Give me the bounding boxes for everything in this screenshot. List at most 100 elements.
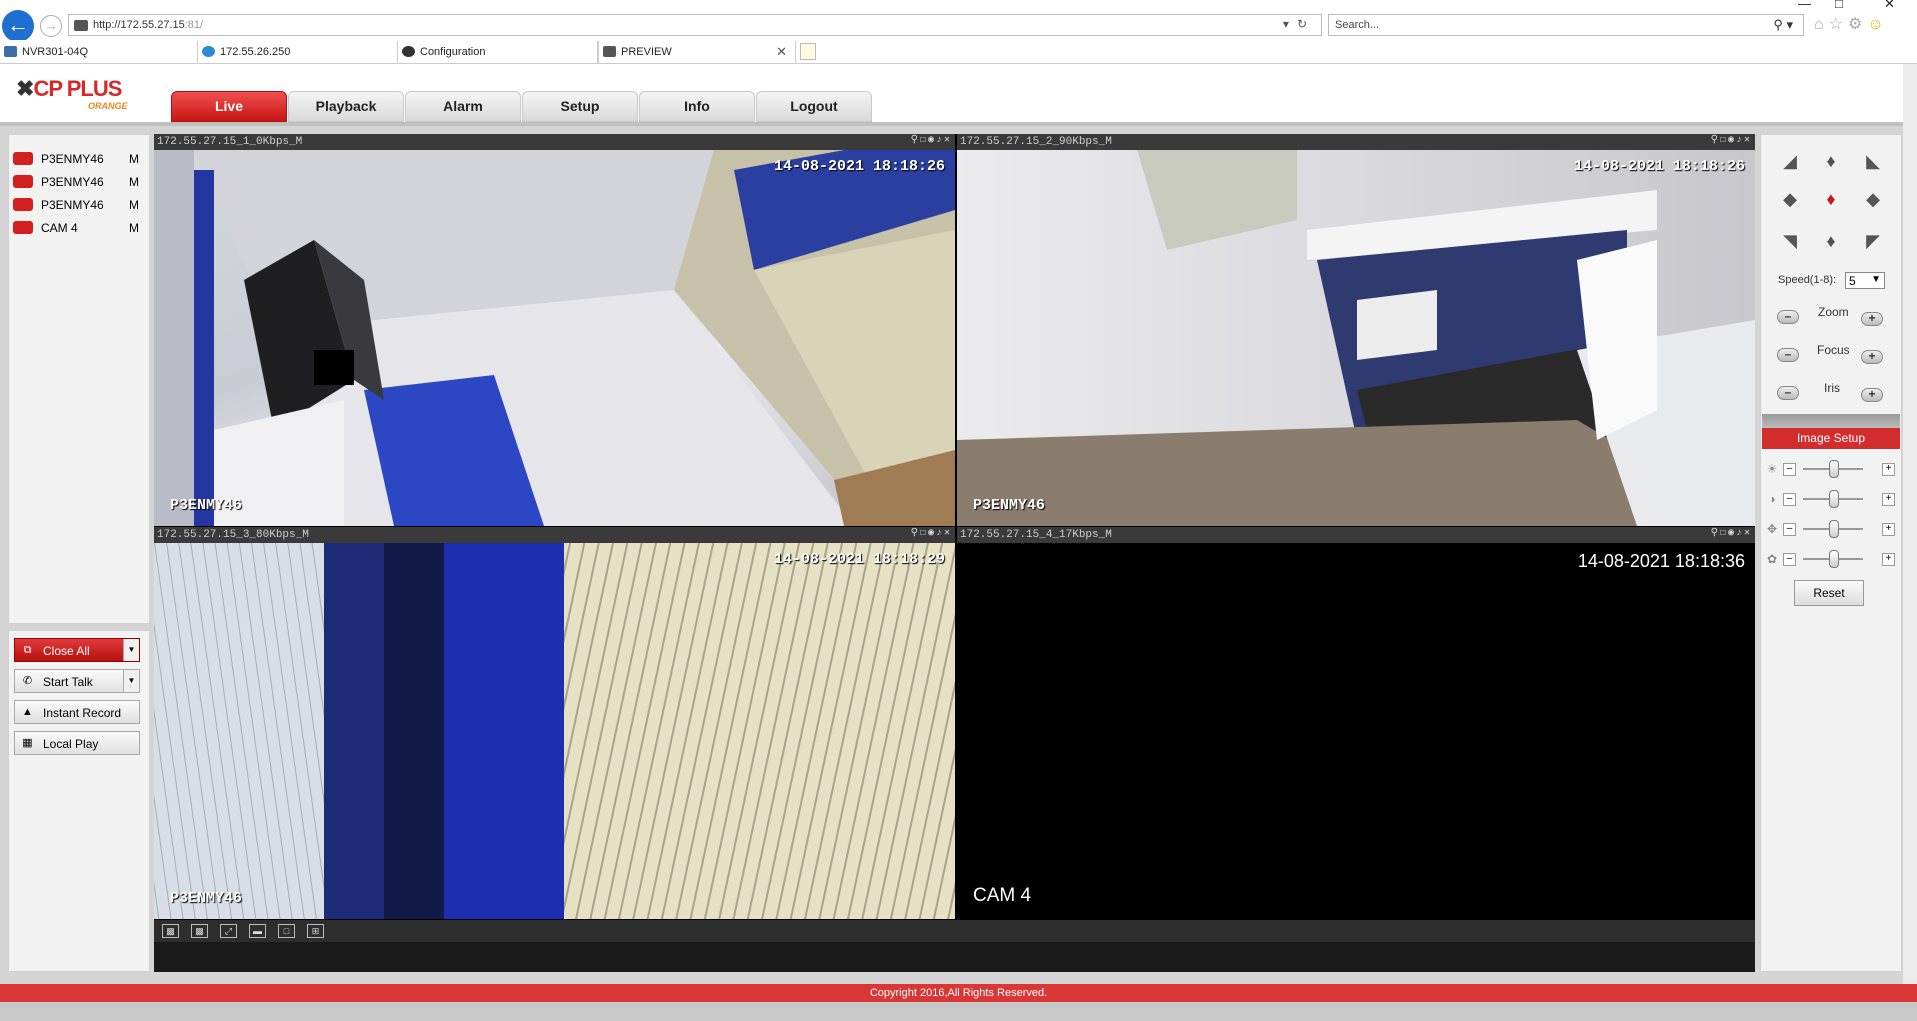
decrease-button[interactable]: –: [1783, 523, 1796, 536]
gear-icon[interactable]: ⚙: [1848, 16, 1867, 33]
stream-mode[interactable]: M: [129, 198, 139, 212]
page-scrollbar[interactable]: [1903, 64, 1917, 984]
close-all-icon: ⧉: [23, 644, 32, 656]
speed-select[interactable]: 5 ▼: [1845, 272, 1885, 289]
image-setup-header[interactable]: Image Setup: [1762, 428, 1900, 449]
slider-thumb[interactable]: [1829, 460, 1839, 478]
ptz-up-right-icon[interactable]: ◣: [1862, 150, 1884, 172]
start-talk-button[interactable]: ✆ Start Talk ▼: [14, 669, 140, 693]
pane-controls[interactable]: ⚲☐◉♪✕: [1711, 134, 1752, 150]
brightness-slider[interactable]: ☀ – +: [1765, 460, 1899, 478]
quad-view-icon[interactable]: ⊞: [307, 924, 324, 938]
contrast-slider[interactable]: ◑ – +: [1765, 490, 1899, 508]
browser-tab[interactable]: 172.55.26.250: [198, 41, 398, 63]
camera-feed: 14-08-2021 18:18:36 CAM 4: [957, 543, 1755, 919]
chevron-down-icon[interactable]: ▼: [123, 639, 139, 661]
forward-button[interactable]: →: [40, 15, 62, 37]
search-icon[interactable]: ⚲ ▾: [1773, 17, 1793, 33]
stream-mode[interactable]: M: [129, 175, 139, 189]
close-tab-icon[interactable]: ✕: [776, 44, 787, 60]
film-icon: ▦: [22, 737, 33, 749]
layout-1-icon[interactable]: ▩: [162, 924, 179, 938]
tab-icon: [603, 46, 616, 57]
browser-tab[interactable]: NVR301-04Q: [0, 41, 198, 63]
layout-3-icon[interactable]: ▬: [249, 924, 266, 938]
browser-tab-active[interactable]: PREVIEW ✕: [598, 41, 796, 63]
decrease-button[interactable]: –: [1783, 493, 1796, 506]
nav-logout[interactable]: Logout: [756, 91, 872, 122]
video-pane-2[interactable]: 172.55.27.15_2_90Kbps_M ⚲☐◉♪✕ 14-08-2021…: [957, 134, 1755, 526]
stream-mode[interactable]: M: [129, 221, 139, 235]
single-view-icon[interactable]: □: [278, 924, 295, 938]
home-icon[interactable]: ⌂: [1814, 16, 1829, 33]
back-button[interactable]: ←: [2, 10, 34, 42]
smiley-icon[interactable]: ☺: [1867, 16, 1888, 33]
fullscreen-icon[interactable]: ⤢: [220, 924, 237, 938]
action-panel: ⧉ Close All ▼ ✆ Start Talk ▼ ▲ Instant R…: [8, 630, 150, 972]
camera-list-item[interactable]: P3ENMY46 M: [13, 172, 145, 192]
video-pane-4[interactable]: 172.55.27.15_4_17Kbps_M ⚲☐◉♪✕ 14-08-2021…: [957, 527, 1755, 919]
ptz-left-icon[interactable]: ◆: [1779, 188, 1801, 210]
ptz-down-icon[interactable]: ♦: [1820, 230, 1842, 252]
saturation-slider[interactable]: ✥ – +: [1765, 520, 1899, 538]
focus-near-button[interactable]: –: [1777, 348, 1799, 362]
ptz-up-left-icon[interactable]: ◢: [1779, 150, 1801, 172]
increase-button[interactable]: +: [1882, 493, 1895, 506]
stream-mode[interactable]: M: [129, 152, 139, 166]
minimize-icon[interactable]: —: [1798, 0, 1811, 11]
copyright-footer: Copyright 2016,All Rights Reserved.: [0, 984, 1917, 1002]
zoom-out-button[interactable]: –: [1777, 310, 1799, 324]
nav-setup[interactable]: Setup: [522, 91, 638, 122]
close-all-button[interactable]: ⧉ Close All ▼: [14, 638, 140, 662]
ptz-down-right-icon[interactable]: ◤: [1862, 230, 1884, 252]
camera-list-item[interactable]: P3ENMY46 M: [13, 195, 145, 215]
decrease-button[interactable]: –: [1783, 553, 1796, 566]
close-all-label: Close All: [43, 644, 90, 658]
focus-far-button[interactable]: +: [1861, 350, 1883, 364]
iris-open-button[interactable]: +: [1861, 388, 1883, 402]
nav-alarm[interactable]: Alarm: [405, 91, 521, 122]
timestamp: 14-08-2021 18:18:26: [1573, 158, 1745, 175]
slider-thumb[interactable]: [1829, 520, 1839, 538]
camera-icon: [13, 175, 33, 188]
camera-osd-name: P3ENMY46: [170, 497, 243, 514]
search-placeholder: Search...: [1335, 19, 1380, 31]
nav-live[interactable]: Live: [171, 91, 287, 122]
refresh-icon[interactable]: ▾↻: [1283, 17, 1315, 31]
video-pane-1[interactable]: 172.55.27.15_1_0Kbps_M ⚲☐◉♪✕ 14-08-2021 …: [154, 134, 955, 526]
maximize-icon[interactable]: □: [1835, 0, 1843, 11]
search-input[interactable]: Search... ⚲ ▾: [1328, 14, 1804, 36]
increase-button[interactable]: +: [1882, 523, 1895, 536]
reset-button[interactable]: Reset: [1794, 580, 1864, 606]
pane-controls[interactable]: ⚲☐◉♪✕: [1711, 527, 1752, 543]
decrease-button[interactable]: –: [1783, 463, 1796, 476]
slider-thumb[interactable]: [1829, 490, 1839, 508]
zoom-in-button[interactable]: +: [1861, 312, 1883, 326]
ptz-down-left-icon[interactable]: ◥: [1779, 230, 1801, 252]
camera-list-item[interactable]: CAM 4 M: [13, 218, 145, 238]
new-tab-button[interactable]: [800, 43, 816, 60]
pane-controls[interactable]: ⚲☐◉♪✕: [911, 527, 952, 543]
collapse-handle[interactable]: [1762, 414, 1900, 428]
iris-close-button[interactable]: –: [1777, 386, 1799, 400]
ptz-right-icon[interactable]: ◆: [1862, 188, 1884, 210]
camera-list-item[interactable]: P3ENMY46 M: [13, 149, 145, 169]
nav-info[interactable]: Info: [639, 91, 755, 122]
favorites-icon[interactable]: ☆: [1829, 16, 1848, 33]
increase-button[interactable]: +: [1882, 463, 1895, 476]
chevron-down-icon[interactable]: ▼: [123, 670, 139, 692]
layout-2-icon[interactable]: ▩: [191, 924, 208, 938]
ptz-center-icon[interactable]: ♦: [1820, 188, 1842, 210]
local-play-button[interactable]: ▦ Local Play: [14, 731, 140, 755]
nav-playback[interactable]: Playback: [288, 91, 404, 122]
address-bar[interactable]: http://172.55.27.15:81/ ▾↻: [68, 14, 1322, 36]
instant-record-button[interactable]: ▲ Instant Record: [14, 700, 140, 724]
browser-tab[interactable]: Configuration: [398, 41, 598, 63]
video-pane-3[interactable]: 172.55.27.15_3_80Kbps_M ⚲☐◉♪✕ 14-08-2021…: [154, 527, 955, 919]
increase-button[interactable]: +: [1882, 553, 1895, 566]
close-window-icon[interactable]: ✕: [1884, 0, 1895, 12]
pane-controls[interactable]: ⚲☐◉♪✕: [911, 134, 952, 150]
hue-slider[interactable]: ✿ – +: [1765, 550, 1899, 568]
ptz-up-icon[interactable]: ♦: [1820, 150, 1842, 172]
slider-thumb[interactable]: [1829, 550, 1839, 568]
